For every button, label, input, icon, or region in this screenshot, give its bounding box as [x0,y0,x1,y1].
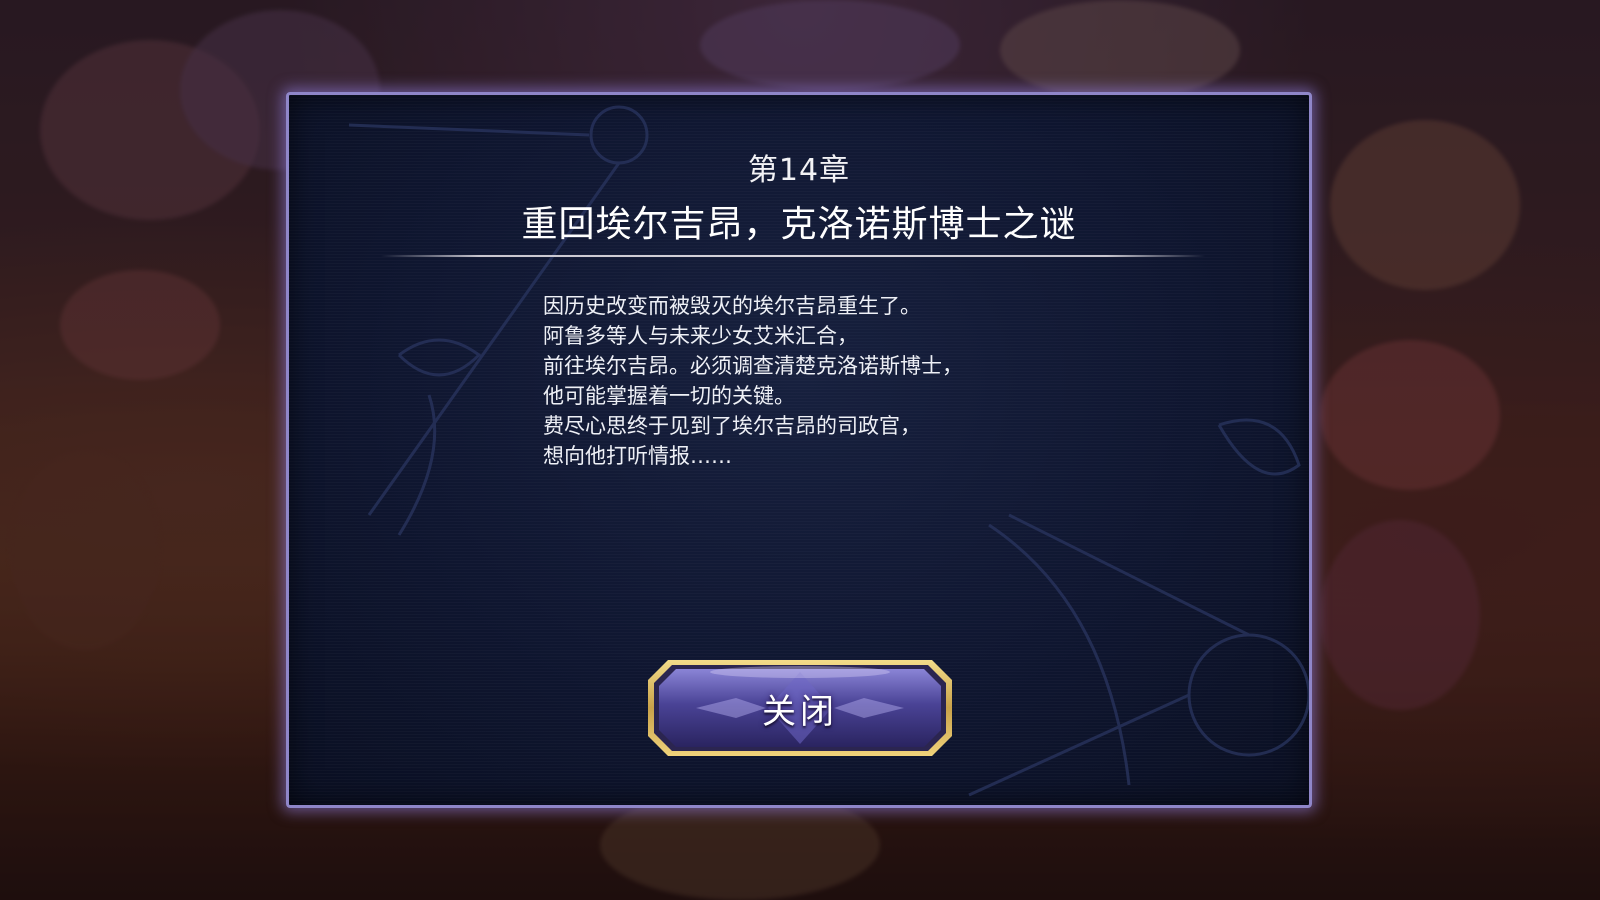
synopsis-line: 前往埃尔吉昂。必须调查清楚克洛诺斯博士， [543,354,963,378]
chapter-title: 重回埃尔吉昂，克洛诺斯博士之谜 [521,204,1077,245]
synopsis-line: 想向他打听情报…… [543,444,732,468]
title-divider [381,255,1205,257]
close-button[interactable]: 关闭 [646,658,954,758]
synopsis-line: 阿鲁多等人与未来少女艾米汇合， [543,324,858,348]
chapter-dialog: 第14章 重回埃尔吉昂，克洛诺斯博士之谜 因历史改变而被毁灭的埃尔吉昂重生了。 … [286,92,1312,808]
synopsis-line: 因历史改变而被毁灭的埃尔吉昂重生了。 [543,294,921,318]
synopsis-line: 他可能掌握着一切的关键。 [543,384,795,408]
chapter-number: 第14章 [747,153,851,188]
chapter-synopsis: 因历史改变而被毁灭的埃尔吉昂重生了。 阿鲁多等人与未来少女艾米汇合， 前往埃尔吉… [543,291,1163,471]
synopsis-line: 费尽心思终于见到了埃尔吉昂的司政官， [543,414,921,438]
close-button-label: 关闭 [762,691,838,732]
